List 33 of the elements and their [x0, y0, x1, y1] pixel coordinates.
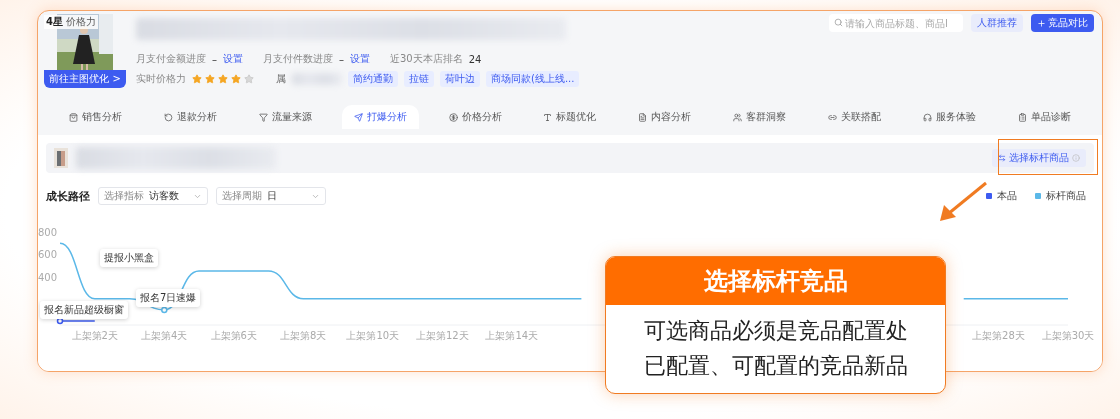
annotation-tooltip: 报名新品超级橱窗: [40, 301, 128, 319]
axis-label: 上架第30天: [1041, 330, 1095, 341]
axis-label: 上架第28天: [972, 330, 1025, 341]
stat-label: 近30天本店排名: [390, 52, 463, 66]
attribute-tag: 商场同款(线上线...: [486, 71, 580, 87]
attribute-tag: 拉链: [404, 71, 434, 87]
callout-text: 可选商品必须是竞品配置处已配置、可配置的竞品新品: [642, 317, 909, 381]
callout-title: 选择标杆竞品: [606, 257, 945, 305]
legend-item: 本品: [986, 189, 1017, 203]
annotation-tooltip: 报名7日速爆: [136, 289, 201, 307]
axis-label: 800: [38, 227, 58, 238]
stat-value: –: [339, 53, 344, 65]
axis-label: 上架第12天: [416, 330, 469, 341]
legend-item: 标杆商品: [1035, 189, 1086, 203]
axis-label: 上架第4天: [141, 330, 188, 341]
stat-value: –: [212, 53, 217, 65]
stat-label: 月支付件数进度: [263, 52, 333, 66]
axis-label: 上架第8天: [280, 330, 327, 341]
attribute-label: 属: [276, 72, 286, 86]
axis-label: 上架第6天: [210, 330, 257, 341]
axis-label: 上架第10天: [346, 330, 400, 341]
price-power-badge: 4星 价格力: [44, 15, 99, 29]
axis-label: 上架第14天: [485, 330, 539, 341]
attribute-tag: 荷叶边: [440, 71, 480, 87]
stat-value: 24: [468, 53, 482, 65]
axis-label: 400: [38, 271, 58, 283]
axis-label: 上架第2天: [71, 330, 118, 341]
attribute-tag: 简约通勤: [348, 71, 398, 87]
annotation-tooltip: 提报小黑盒: [100, 249, 158, 267]
section-title: 成长路径: [46, 188, 90, 204]
axis-label: 600: [38, 249, 58, 261]
stat-label: 月支付金额进度: [136, 52, 206, 66]
stat-label: 实时价格力: [136, 72, 186, 86]
